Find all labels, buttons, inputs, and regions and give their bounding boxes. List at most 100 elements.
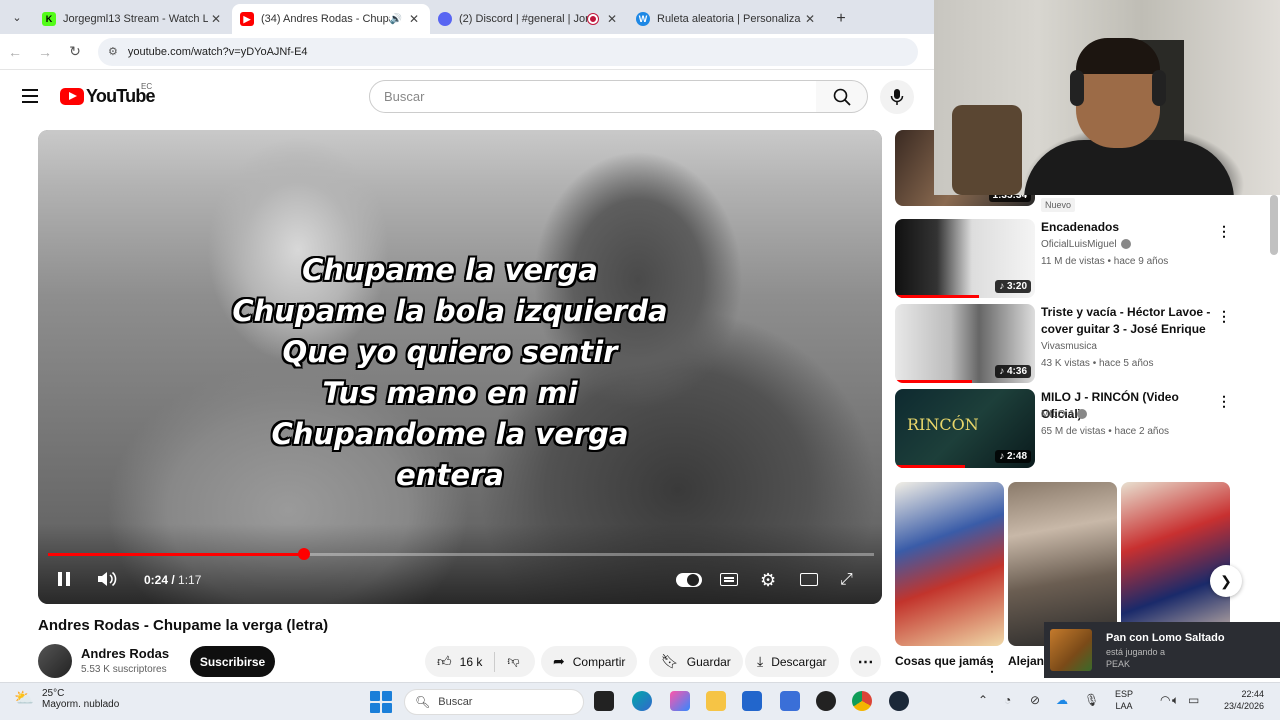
progress-bar[interactable] [48,548,874,560]
close-icon[interactable]: ✕ [208,12,224,26]
recommended-video[interactable]: RINCÓN ♪ 2:48 MILO J - RINCÓN (Video Ofi… [895,389,1235,469]
tab-youtube-video[interactable]: ▶ (34) Andres Rodas - Chupame la verga 🔊… [232,4,430,34]
copilot-icon[interactable] [670,691,690,711]
voice-search-button[interactable] [880,80,914,114]
folder-icon[interactable] [706,691,726,711]
reload-icon[interactable]: ↻ [60,43,90,60]
fullscreen-icon[interactable]: ⤢ [840,571,853,589]
video-title[interactable]: Triste y vacía - Héctor Lavoe - cover gu… [1041,304,1211,338]
scrollbar[interactable] [1270,195,1278,255]
back-arrow-icon[interactable]: ← [0,44,30,60]
watched-progress [895,380,972,383]
task-view-icon[interactable] [594,691,614,711]
new-badge: Nuevo [1041,198,1076,212]
youtube-play-icon [60,88,84,105]
dislike-button[interactable]: 👎︎ [495,654,531,669]
taskbar-search[interactable]: 🔍︎ Buscar [404,689,584,715]
app-tray-icon[interactable]: ⊘ [1030,693,1040,707]
short-caption[interactable]: Cosas que jamás [895,654,993,668]
share-button[interactable]: ➦ Compartir [541,646,638,677]
close-icon[interactable]: ✕ [406,12,422,26]
channel-name[interactable]: Vivasmusica [1041,341,1097,352]
obs-icon[interactable] [816,691,836,711]
menu-icon[interactable] [22,89,38,103]
onedrive-icon[interactable]: ☁ [1056,693,1068,707]
system-clock[interactable]: 22:44 23/4/2026 [1208,688,1264,712]
autoplay-toggle[interactable] [676,573,702,587]
forward-arrow-icon[interactable]: → [30,44,60,60]
youtube-icon: ▶ [240,12,254,26]
video-title[interactable]: Encadenados [1041,219,1211,236]
site-info-icon[interactable]: ⚙ [108,45,118,58]
more-vert-icon[interactable]: ⋮ [1217,223,1231,240]
subtitles-icon[interactable] [720,573,738,586]
address-bar[interactable]: ⚙ youtube.com/watch?v=yDYoAJNf-E4 [98,37,918,66]
more-actions-button[interactable]: ⋯ [850,646,881,677]
save-button[interactable]: 🔖︎ Guardar [649,646,743,677]
battery-icon[interactable]: ▭ [1188,693,1199,707]
clock-date: 23/4/2026 [1223,701,1264,711]
edge-icon[interactable] [632,691,652,711]
channel-name[interactable]: MILO J [1041,409,1088,420]
share-label: Compartir [572,654,626,669]
close-icon[interactable]: ✕ [604,12,620,26]
tab-label: (2) Discord | #general | Jorge [459,13,588,25]
more-vert-icon[interactable]: ⋮ [1217,393,1231,410]
speaker-icon[interactable]: 🔊 [390,14,402,25]
recommended-video[interactable]: ♪ 3:20 Encadenados OficialLuisMiguel 11 … [895,219,1235,299]
progress-scrubber[interactable] [298,548,311,560]
store-icon[interactable] [742,691,762,711]
chevron-right-icon[interactable]: ❯ [1210,565,1242,597]
tab-discord[interactable]: (2) Discord | #general | Jorge ✕ [430,4,628,34]
bookmark-icon: 🔖︎ [661,653,679,669]
recommended-video[interactable]: ♪ 4:36 Triste y vacía - Héctor Lavoe - c… [895,304,1235,384]
browser-tab-bar: ⌄ K Jorgegml13 Stream - Watch Live ✕ ▶ (… [0,0,934,34]
microphone-icon [890,89,904,105]
subscribe-button[interactable]: Suscribirse [190,646,275,677]
volume-icon[interactable]: 🔈︎ [1172,693,1179,708]
chrome-icon[interactable] [852,691,872,711]
channel-name[interactable]: OficialLuisMiguel [1041,239,1131,250]
microphone-icon[interactable]: 🎙︎ [1084,693,1099,707]
weather-widget[interactable]: ⛅ 25°C Mayorm. nublado [14,688,119,710]
channel-name[interactable]: Andres Rodas [81,646,169,661]
more-vert-icon[interactable]: ⋮ [1217,308,1231,325]
download-icon: ⤓ [757,653,764,669]
volume-button[interactable] [96,570,118,588]
close-icon[interactable]: ✕ [802,12,818,26]
video-thumbnail[interactable]: RINCÓN ♪ 2:48 [895,389,1035,468]
notification-subtitle: está jugando a [1106,646,1166,657]
recording-icon [588,14,598,24]
wifi-icon[interactable]: ◠ [1160,693,1170,707]
search-button[interactable] [816,80,868,113]
friend-activity-notification[interactable]: Pan con Lomo Saltado está jugando a PEAK [1044,622,1280,678]
controls-gradient [38,524,882,604]
chevron-up-icon[interactable]: ⌃ [978,693,988,707]
more-vert-icon[interactable]: ⋮ [985,658,999,675]
new-tab-button[interactable]: + [826,4,856,34]
browser-toolbar: ← → ↻ ⚙ youtube.com/watch?v=yDYoAJNf-E4 [0,34,934,70]
video-thumbnail[interactable]: ♪ 4:36 [895,304,1035,383]
theater-mode-icon[interactable] [800,573,818,586]
video-meta: 43 K vistas • hace 5 años [1041,358,1154,369]
video-meta: 65 M de vistas • hace 2 años [1041,426,1170,437]
video-player[interactable]: Chupame la verga Chupame la bola izquier… [38,130,882,604]
channel-avatar[interactable] [38,644,72,678]
like-button[interactable]: 👍︎ 16 k [425,651,496,672]
notification-title: Pan con Lomo Saltado [1106,631,1225,644]
video-thumbnail[interactable]: ♪ 3:20 [895,219,1035,298]
app-tray-icon[interactable]: ◔ [1004,693,1011,707]
windows-start-icon[interactable] [370,691,392,713]
download-button[interactable]: ⤓ Descargar [745,646,839,677]
tab-search-chevron-icon[interactable]: ⌄ [0,0,34,34]
tab-ruleta[interactable]: W Ruleta aleatoria | Personaliza y gira … [628,4,826,34]
short-thumbnail[interactable] [895,482,1004,646]
search-input[interactable]: Buscar [369,80,817,113]
pause-button[interactable] [56,570,72,588]
youtube-logo[interactable]: YouTube EC [60,82,156,107]
steam-icon[interactable] [889,691,909,711]
settings-gear-icon[interactable]: ⚙ [760,570,776,591]
input-language[interactable]: ESP LAA [1115,688,1133,712]
tab-kick-stream[interactable]: K Jorgegml13 Stream - Watch Live ✕ [34,4,232,34]
app-icon[interactable] [780,691,800,711]
